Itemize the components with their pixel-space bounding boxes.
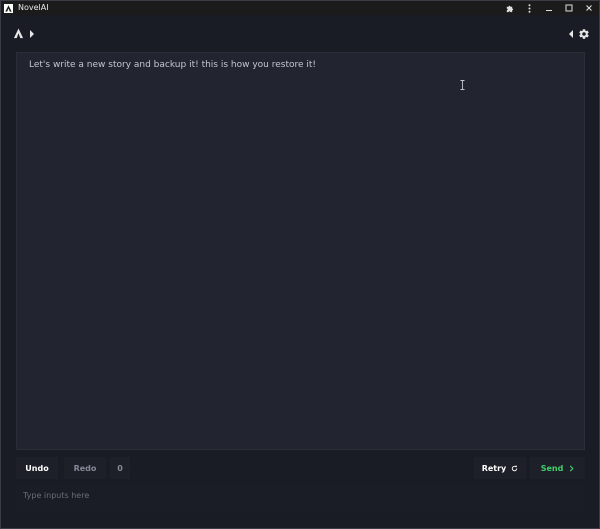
- story-text[interactable]: Let's write a new story and backup it! t…: [29, 60, 316, 70]
- redo-count-badge: 0: [110, 457, 130, 479]
- expand-right-icon[interactable]: [28, 29, 36, 39]
- editor-controls: Undo Redo 0 Retry Send: [16, 457, 585, 479]
- window-title: NovelAI: [18, 3, 49, 12]
- top-toolbar: [1, 15, 599, 51]
- gear-icon[interactable]: [578, 28, 590, 40]
- novelai-logo-icon[interactable]: [13, 28, 24, 39]
- story-input[interactable]: [21, 483, 585, 507]
- send-label: Send: [540, 463, 564, 473]
- app-window: NovelAI Let's write a new story and back…: [0, 0, 600, 529]
- input-area: [16, 483, 585, 511]
- undo-button[interactable]: Undo: [16, 457, 58, 479]
- minimize-icon[interactable]: [539, 1, 559, 15]
- story-editor[interactable]: Let's write a new story and backup it! t…: [16, 52, 585, 450]
- text-cursor-icon: [460, 80, 465, 90]
- send-chevron-icon: [570, 464, 574, 472]
- redo-button[interactable]: Redo: [64, 457, 106, 479]
- novelai-app-icon: [4, 3, 13, 13]
- retry-button[interactable]: Retry: [474, 457, 526, 479]
- maximize-icon[interactable]: [559, 1, 579, 15]
- title-bar: NovelAI: [1, 1, 599, 15]
- retry-label: Retry: [481, 463, 507, 473]
- close-icon[interactable]: [579, 1, 599, 15]
- collapse-left-icon[interactable]: [567, 29, 575, 39]
- more-icon[interactable]: [519, 1, 539, 15]
- refresh-icon: [512, 465, 518, 471]
- send-button[interactable]: Send: [530, 457, 585, 479]
- extensions-icon[interactable]: [499, 1, 519, 15]
